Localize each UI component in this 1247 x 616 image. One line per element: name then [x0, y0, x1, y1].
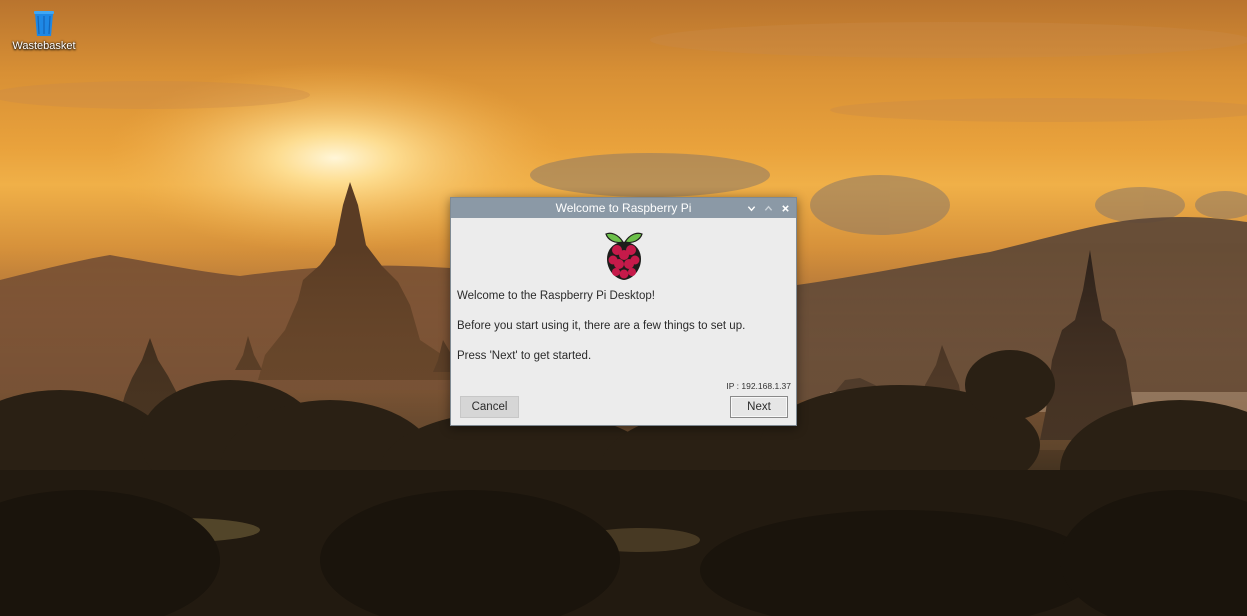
dialog-title: Welcome to Raspberry Pi [555, 201, 692, 215]
welcome-line: Welcome to the Raspberry Pi Desktop! [457, 290, 655, 302]
maximize-button[interactable] [760, 200, 776, 216]
dialog-titlebar[interactable]: Welcome to Raspberry Pi [451, 198, 796, 218]
instruction-line: Press 'Next' to get started. [457, 350, 592, 362]
close-button[interactable] [777, 200, 793, 216]
next-button[interactable]: Next [730, 396, 788, 418]
dialog-body: Welcome to the Raspberry Pi Desktop! Bef… [451, 218, 796, 426]
desktop: Wastebasket Welcome to Raspberry Pi Welc… [0, 0, 1247, 616]
chevron-up-icon [764, 205, 772, 211]
minimize-button[interactable] [743, 200, 759, 216]
trash-bin-icon [34, 11, 54, 36]
desktop-icon-label: Wastebasket [12, 40, 76, 52]
chevron-down-icon [747, 205, 755, 211]
desktop-icon-wastebasket[interactable]: Wastebasket [6, 6, 82, 62]
window-controls [742, 198, 793, 218]
cancel-button[interactable]: Cancel [460, 396, 519, 418]
close-icon [781, 204, 789, 212]
raspberry-pi-logo [605, 232, 643, 280]
ip-address: IP : 192.168.1.37 [726, 381, 791, 391]
welcome-dialog: Welcome to Raspberry Pi Welcome to the R… [450, 197, 797, 426]
setup-line: Before you start using it, there are a f… [457, 320, 746, 332]
